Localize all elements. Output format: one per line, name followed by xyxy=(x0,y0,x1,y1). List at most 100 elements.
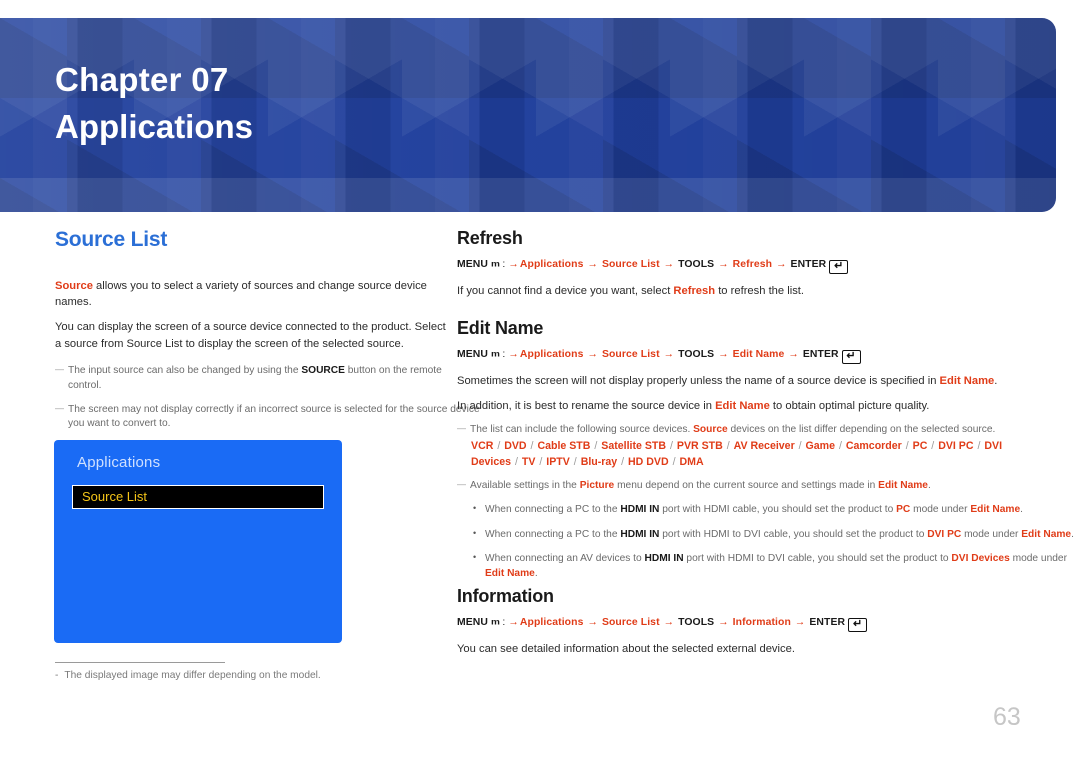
device-name: Cable STB xyxy=(537,440,591,453)
arrow-icon: → xyxy=(715,617,732,628)
enter-return-icon: ↵ xyxy=(848,618,868,632)
edit-name-bullet-item: When connecting a PC to the HDMI IN port… xyxy=(471,527,1080,543)
menu-seg-edit-name[interactable]: Edit Name xyxy=(733,349,785,360)
menu-path-information: MENU m: →Applications → Source List → TOOL… xyxy=(457,617,1069,632)
arrow-icon: → xyxy=(785,349,802,360)
arrow-icon: → xyxy=(660,349,678,360)
bullet-text-d: . xyxy=(1071,528,1074,540)
edit-name-keyword: Edit Name xyxy=(1021,528,1072,540)
arrow-icon: → xyxy=(791,617,809,628)
menu-seg-source-list[interactable]: Source List xyxy=(602,617,660,628)
footnote-divider xyxy=(55,662,225,663)
hdmi-in-label: HDMI IN xyxy=(620,503,660,515)
menu-seg-applications[interactable]: Applications xyxy=(520,259,584,270)
menu-seg-tools[interactable]: TOOLS xyxy=(678,617,714,628)
section-edit-name: Edit Name MENU m: →Applications → Source L… xyxy=(457,318,1074,592)
chapter-banner: Chapter 07 Applications xyxy=(0,18,1056,212)
device-separator: / xyxy=(667,440,676,453)
device-name: VCR xyxy=(471,440,494,453)
menu-seg-applications[interactable]: Applications xyxy=(520,617,584,628)
chapter-label: Chapter 07 xyxy=(55,61,229,98)
arrow-icon: → xyxy=(508,617,519,628)
edit-name-paragraph-1: Sometimes the screen will not display pr… xyxy=(457,373,1069,389)
edit-name-keyword: Edit Name xyxy=(715,400,770,413)
osd-menu-item-source-list[interactable]: Source List xyxy=(72,485,324,509)
device-separator: / xyxy=(536,456,546,469)
bullet-text-c: mode under xyxy=(961,528,1022,540)
bullet-text-b: port with HDMI to DVI cable, you should … xyxy=(659,528,928,540)
device-separator: / xyxy=(723,440,733,453)
device-name: Blu-ray xyxy=(580,456,618,469)
mode-keyword: PC xyxy=(896,503,911,515)
osd-screenshot: Applications Source List xyxy=(54,440,342,643)
menu-path-edit-name: MENU m: →Applications → Source List → TOOL… xyxy=(457,349,1069,364)
device-separator: / xyxy=(494,440,504,453)
edit-name-note2-b: menu depend on the current source and se… xyxy=(614,480,879,492)
menu-seg-enter: ENTER xyxy=(809,617,846,628)
intro-paragraph-1-rest: allows you to select a variety of source… xyxy=(55,280,427,309)
refresh-body-b: to refresh the list. xyxy=(715,285,805,297)
intro-paragraph-2: You can display the screen of a source d… xyxy=(55,321,446,350)
left-note-1a: The input source can also be changed by … xyxy=(68,364,302,376)
edit-name-note-2: Available settings in the Picture menu d… xyxy=(457,478,1069,494)
edit-name-p2-a: In addition, it is best to rename the so… xyxy=(457,400,716,413)
menu-seg-enter: ENTER xyxy=(790,259,827,270)
menu-seg-refresh[interactable]: Refresh xyxy=(733,259,772,270)
device-name: PVR STB xyxy=(676,440,723,453)
menu-seg-source-list[interactable]: Source List xyxy=(602,259,660,270)
device-name: Satellite STB xyxy=(601,440,667,453)
refresh-body-a: If you cannot find a device you want, se… xyxy=(457,285,674,297)
footnote-text: The displayed image may differ depending… xyxy=(64,670,321,681)
edit-name-paragraph-2: In addition, it is best to rename the so… xyxy=(457,398,1069,414)
supported-device-list: VCR / DVD / Cable STB / Satellite STB / … xyxy=(471,439,1041,471)
osd-title: Applications xyxy=(77,454,161,471)
device-separator: / xyxy=(836,440,845,453)
edit-name-note2-a: Available settings in the xyxy=(470,480,580,492)
device-name: TV xyxy=(521,456,536,469)
device-separator: / xyxy=(618,456,628,469)
device-separator: / xyxy=(795,440,805,453)
page-number: 63 xyxy=(993,703,1021,731)
hdmi-in-label: HDMI IN xyxy=(620,528,660,540)
edit-name-bullet-item: When connecting an AV devices to HDMI IN… xyxy=(471,551,1080,582)
edit-name-bullet-list: When connecting a PC to the HDMI IN port… xyxy=(471,502,1074,582)
left-note-2: The screen may not display correctly if … xyxy=(55,402,488,433)
bullet-text-a: When connecting a PC to the xyxy=(485,503,621,515)
arrow-icon: → xyxy=(660,617,678,628)
menu-path-refresh: MENU m: →Applications → Source List → TOOL… xyxy=(457,259,1069,274)
source-keyword: Source xyxy=(693,424,728,436)
edit-name-keyword: Edit Name xyxy=(970,503,1021,515)
mode-keyword: DVI Devices xyxy=(951,553,1010,565)
section-information: Information MENU m: →Applications → Source… xyxy=(457,586,1069,657)
device-separator: / xyxy=(591,440,601,453)
device-name: Game xyxy=(805,440,835,453)
arrow-icon: → xyxy=(715,259,732,270)
menu-seg-tools[interactable]: TOOLS xyxy=(678,349,714,360)
menu-icon: m xyxy=(491,349,500,360)
device-separator: / xyxy=(570,456,580,469)
menu-icon: m xyxy=(491,617,500,628)
edit-name-keyword: Edit Name xyxy=(878,480,928,492)
source-button-label: SOURCE xyxy=(301,364,345,376)
menu-seg-applications[interactable]: Applications xyxy=(520,349,584,360)
edit-name-note1-b: devices on the list differ depending on … xyxy=(727,424,996,436)
enter-return-icon: ↵ xyxy=(841,350,861,364)
section-title-information: Information xyxy=(457,586,554,606)
footnote: - The displayed image may differ dependin… xyxy=(55,670,455,681)
source-keyword: Source xyxy=(55,280,93,292)
page-title: Source List xyxy=(55,228,168,251)
edit-name-p1-a: Sometimes the screen will not display pr… xyxy=(457,375,940,387)
chapter-title: Applications xyxy=(55,108,254,145)
menu-label: MENU xyxy=(457,349,488,360)
bullet-text-d: . xyxy=(534,568,538,580)
menu-label: MENU xyxy=(457,617,488,628)
menu-seg-tools[interactable]: TOOLS xyxy=(678,259,714,270)
menu-seg-information[interactable]: Information xyxy=(733,617,791,628)
menu-seg-source-list[interactable]: Source List xyxy=(602,349,660,360)
edit-name-keyword: Edit Name xyxy=(485,568,535,580)
edit-name-p1-b: . xyxy=(994,375,998,387)
footnote-dash: - xyxy=(55,670,59,681)
edit-name-note2-c: . xyxy=(927,480,931,492)
edit-name-note-1: The list can include the following sourc… xyxy=(457,422,1069,438)
device-name: DVD xyxy=(504,440,527,453)
